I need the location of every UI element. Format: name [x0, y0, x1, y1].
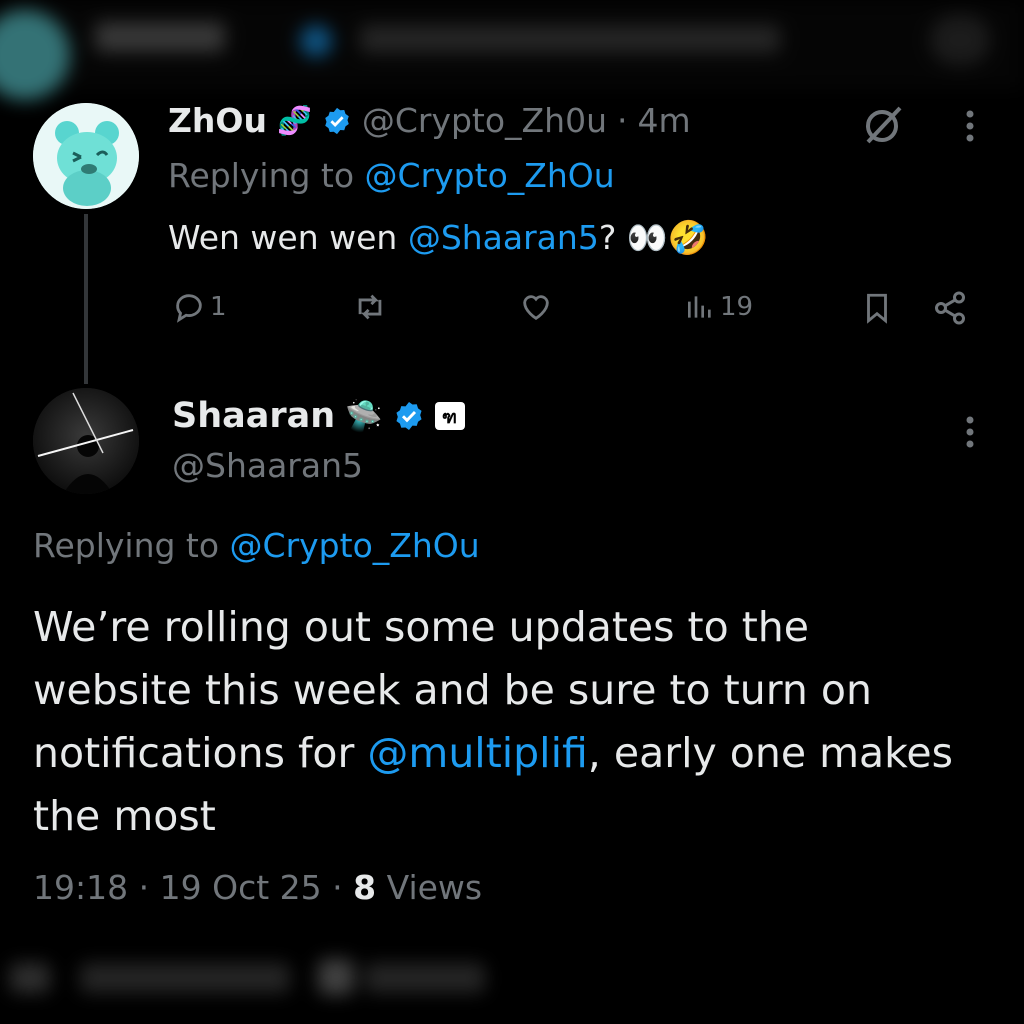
- text-before: Wen wen wen: [168, 218, 408, 257]
- bear-avatar-icon: [33, 103, 139, 209]
- ufo-emoji: 🛸: [345, 398, 383, 434]
- replying-prefix: Replying to: [168, 156, 355, 195]
- main-tweet-header: Shaaran 🛸 ฑ: [172, 396, 465, 436]
- replying-prefix: Replying to: [33, 526, 220, 565]
- blurred-footer: [0, 935, 1024, 1024]
- blurred-badge: [300, 25, 332, 57]
- verified-icon: [393, 400, 425, 432]
- tweet-date[interactable]: 19 Oct 25: [160, 868, 322, 907]
- replying-to: Replying to @Crypto_ZhOu: [33, 526, 480, 565]
- blurred-item: [318, 959, 354, 995]
- blurred-avatar: [0, 10, 70, 100]
- silhouette-avatar-icon: [33, 388, 139, 494]
- replying-handle-link[interactable]: @Crypto_ZhOu: [230, 526, 480, 565]
- separator: ·: [617, 101, 628, 140]
- views-button[interactable]: 19: [684, 290, 753, 324]
- tweet-time[interactable]: 19:18: [33, 868, 128, 907]
- reply-count: 1: [210, 292, 227, 322]
- parent-tweet-text: Wen wen wen @Shaaran5? 👀🤣: [168, 218, 709, 258]
- retweet-icon[interactable]: [352, 290, 388, 324]
- grok-icon[interactable]: [860, 102, 906, 148]
- timestamp[interactable]: 4m: [638, 101, 691, 140]
- blurred-header: [0, 0, 1024, 100]
- more-icon[interactable]: [960, 106, 980, 146]
- blurred-button: [930, 15, 990, 65]
- reply-icon: [172, 290, 206, 324]
- views-count: 8: [353, 868, 377, 907]
- reply-button[interactable]: 1: [172, 290, 227, 324]
- mention-link[interactable]: @multiplifi: [367, 729, 587, 777]
- handle[interactable]: @Shaaran5: [172, 446, 363, 485]
- avatar-zhou[interactable]: [33, 103, 139, 209]
- tweet-body: We’re rolling out some updates to the we…: [33, 596, 963, 848]
- blurred-handle: [360, 25, 780, 53]
- replying-to: Replying to @Crypto_ZhOu: [168, 156, 615, 195]
- tweet-meta: 19:18 · 19 Oct 25 · 8 Views: [33, 868, 482, 907]
- replying-handle-link[interactable]: @Crypto_ZhOu: [365, 156, 615, 195]
- verified-icon: [322, 106, 352, 136]
- separator: ·: [138, 868, 150, 907]
- blurred-item: [80, 963, 290, 993]
- blurred-item: [365, 963, 485, 993]
- thread-line: [84, 214, 88, 384]
- views-label: Views: [386, 868, 483, 907]
- blurred-item: [10, 963, 50, 993]
- mention-link[interactable]: @Shaaran5: [408, 218, 599, 257]
- display-name[interactable]: Shaaran: [172, 396, 335, 436]
- display-name[interactable]: ZhOu: [168, 101, 267, 140]
- dna-emoji: 🧬: [276, 104, 312, 137]
- bookmark-icon[interactable]: [860, 290, 894, 326]
- separator: ·: [332, 868, 343, 907]
- handle[interactable]: @Crypto_Zh0u: [362, 101, 607, 140]
- share-icon[interactable]: [932, 290, 968, 326]
- like-icon[interactable]: [518, 290, 554, 324]
- views-icon: [684, 290, 716, 324]
- affiliate-badge[interactable]: ฑ: [434, 402, 465, 430]
- blurred-name: [95, 22, 225, 52]
- text-after: ? 👀🤣: [598, 218, 710, 257]
- parent-tweet-header: ZhOu 🧬 @Crypto_Zh0u · 4m: [168, 101, 691, 140]
- more-icon[interactable]: [960, 412, 980, 452]
- avatar-shaaran[interactable]: [33, 388, 139, 494]
- views-count: 19: [720, 292, 754, 322]
